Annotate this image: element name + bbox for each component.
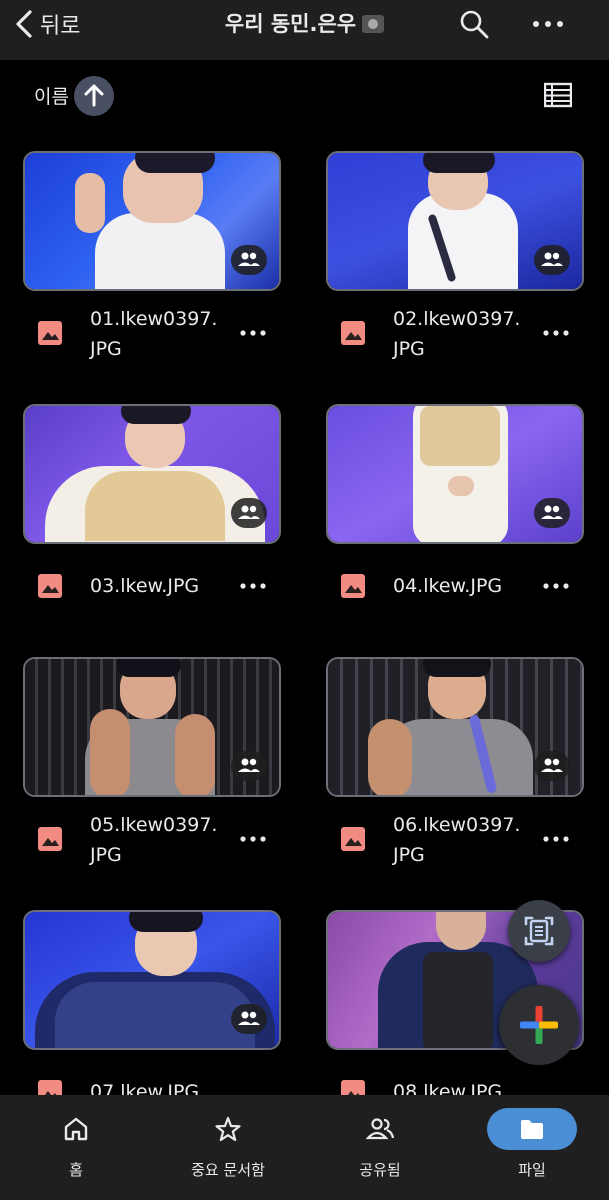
file-thumbnail[interactable] [23, 404, 281, 544]
shared-badge [534, 751, 570, 781]
more-horizontal-icon[interactable] [541, 576, 571, 596]
nav-label: 파일 [518, 1161, 546, 1179]
more-horizontal-icon[interactable] [541, 829, 571, 849]
image-file-icon [341, 827, 365, 851]
shared-badge [231, 751, 267, 781]
list-view-icon [543, 82, 573, 108]
folder-title: 우리 동민.은우 [224, 12, 357, 36]
shared-badge [231, 1004, 267, 1034]
people-icon [238, 758, 260, 772]
file-thumbnail[interactable] [326, 404, 584, 544]
people-icon [541, 758, 563, 772]
star-icon [215, 1116, 241, 1142]
shared-badge [231, 245, 267, 275]
people-icon [238, 505, 260, 519]
top-app-bar: 뒤로 우리 동민.은우 [0, 0, 609, 60]
more-horizontal-icon[interactable] [238, 829, 268, 849]
shared-badge [534, 498, 570, 528]
list-view-button[interactable] [543, 82, 573, 108]
more-horizontal-icon[interactable] [238, 576, 268, 596]
sort-bar: 이름 [0, 60, 609, 132]
people-icon [541, 252, 563, 266]
people-icon [541, 505, 563, 519]
nav-home[interactable]: 홈 [0, 1095, 152, 1200]
file-name[interactable]: 02.lkew0397. JPG [393, 304, 533, 364]
new-item-button[interactable] [499, 985, 579, 1065]
file-name[interactable]: 03.lkew.JPG [90, 571, 230, 601]
image-file-icon [341, 321, 365, 345]
people-icon [238, 1011, 260, 1025]
home-icon [64, 1117, 88, 1141]
more-horizontal-icon[interactable] [541, 323, 571, 343]
file-thumbnail[interactable] [23, 657, 281, 797]
people-icon [365, 1118, 395, 1140]
more-horizontal-icon [533, 21, 563, 27]
nav-starred[interactable]: 중요 문서함 [152, 1095, 304, 1200]
file-name[interactable]: 06.lkew0397. JPG [393, 810, 533, 870]
nav-label: 중요 문서함 [191, 1161, 265, 1179]
image-file-icon [38, 321, 62, 345]
nav-label: 공유됨 [359, 1161, 401, 1179]
scan-button[interactable] [508, 900, 570, 962]
file-thumbnail[interactable] [23, 910, 281, 1050]
more-options-button[interactable] [530, 8, 566, 40]
file-name[interactable]: 01.lkew0397. JPG [90, 304, 230, 364]
bottom-navigation: 홈 중요 문서함 공유됨 파일 [0, 1095, 609, 1200]
camera-flash-icon [362, 15, 385, 33]
folder-icon [521, 1120, 543, 1139]
file-name[interactable]: 05.lkew0397. JPG [90, 810, 230, 870]
plus-icon [520, 1006, 558, 1044]
shared-badge [231, 498, 267, 528]
sort-label[interactable]: 이름 [34, 82, 69, 109]
nav-label: 홈 [69, 1161, 83, 1179]
file-name[interactable]: 04.lkew.JPG [393, 571, 533, 601]
sort-direction-button[interactable] [74, 76, 114, 116]
document-scan-icon [524, 916, 554, 946]
image-file-icon [38, 574, 62, 598]
people-icon [238, 252, 260, 266]
search-icon [460, 10, 489, 39]
file-thumbnail[interactable] [326, 657, 584, 797]
arrow-up-icon [84, 84, 104, 107]
shared-badge [534, 245, 570, 275]
nav-shared[interactable]: 공유됨 [304, 1095, 456, 1200]
page-title: 우리 동민.은우 [0, 8, 609, 40]
more-horizontal-icon[interactable] [238, 323, 268, 343]
search-button[interactable] [458, 8, 490, 40]
image-file-icon [341, 574, 365, 598]
file-thumbnail[interactable] [23, 151, 281, 291]
image-file-icon [38, 827, 62, 851]
nav-files[interactable]: 파일 [456, 1095, 608, 1200]
file-thumbnail[interactable] [326, 151, 584, 291]
